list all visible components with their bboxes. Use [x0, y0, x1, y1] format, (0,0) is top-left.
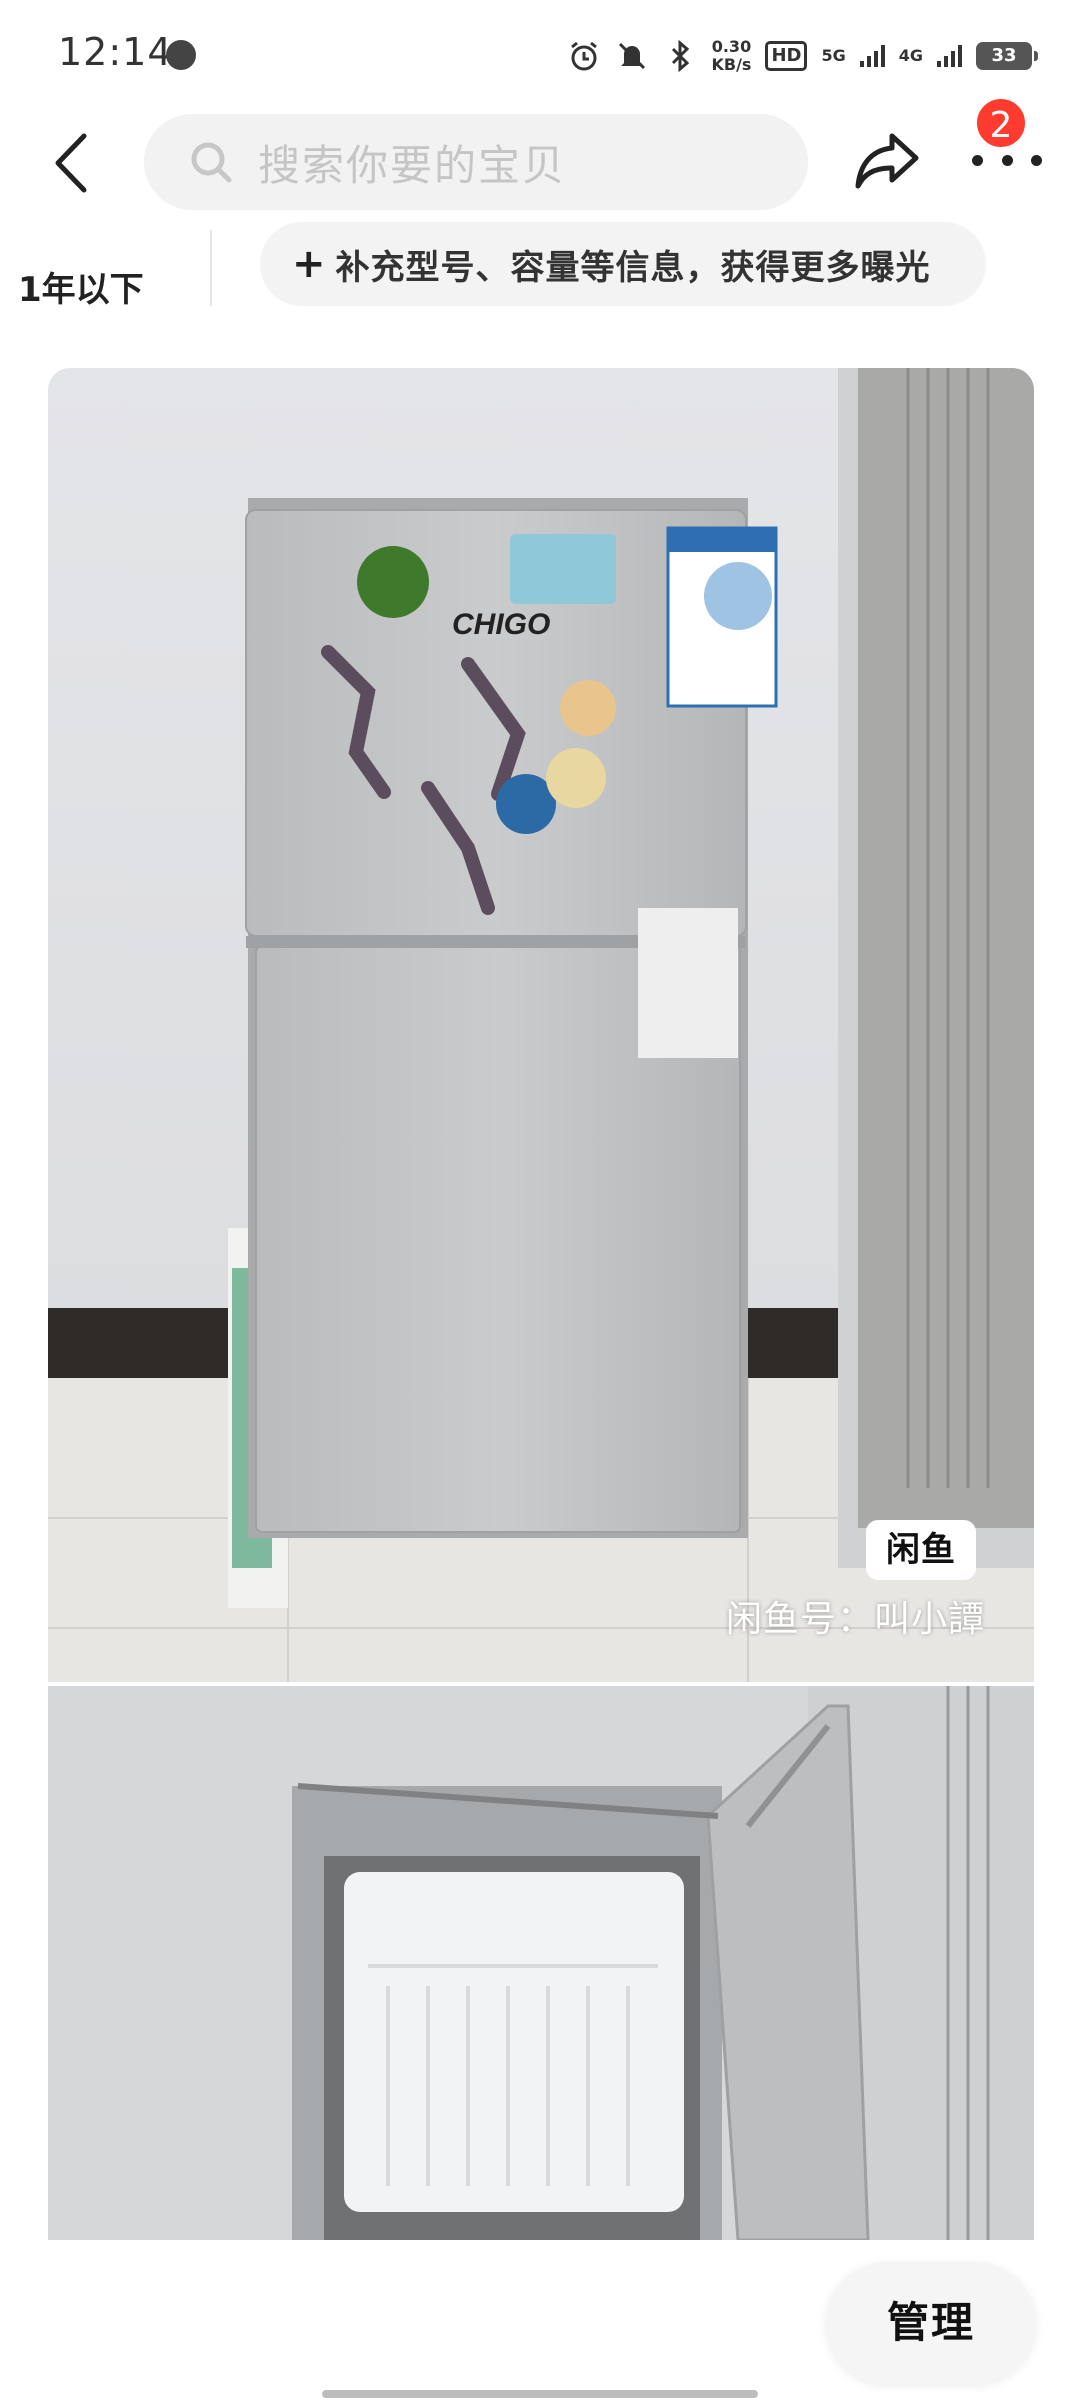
share-icon [855, 133, 919, 189]
product-photo-2[interactable] [48, 1686, 1034, 2240]
add-details-label: 补充型号、容量等信息，获得更多曝光 [335, 247, 931, 288]
net-4g-label: 4G [898, 46, 923, 65]
chevron-left-icon [55, 133, 87, 193]
freezer-image [48, 1686, 1034, 2240]
condition-age: 1年以下 [18, 270, 144, 310]
watermark-logo: 闲鱼 [866, 1520, 976, 1580]
watermark-text: 闲鱼号：叫小譚 [726, 1599, 986, 1640]
share-button[interactable] [850, 126, 924, 196]
fridge-image: CHIGO [48, 368, 1034, 1682]
globe-icon [166, 40, 196, 70]
bluetooth-icon [672, 39, 690, 73]
net-5g-label: 5G [821, 46, 846, 65]
add-details-button[interactable]: + 补充型号、容量等信息，获得更多曝光 [260, 222, 986, 306]
alarm-icon [571, 41, 598, 71]
search-placeholder: 搜索你要的宝贝 [258, 140, 567, 190]
status-bar: 12:14 0.30 KB/s HD 5G 4G 33 [0, 0, 1080, 110]
speed-unit: KB/s [711, 55, 752, 74]
mute-icon [619, 42, 646, 70]
hd-badge: HD [765, 41, 808, 71]
search-input[interactable]: 搜索你要的宝贝 [144, 114, 808, 210]
back-button[interactable] [44, 128, 104, 198]
product-photo[interactable]: CHIGO 闲鱼 闲鱼号：叫小譚 [48, 368, 1034, 1682]
plus-icon: + [292, 241, 326, 287]
signal-icon [937, 45, 962, 67]
signal-icon [859, 45, 885, 67]
status-icons: 0.30 KB/s HD 5G 4G 33 [567, 34, 1038, 78]
home-indicator[interactable] [322, 2390, 758, 2398]
dot-icon [972, 154, 983, 166]
speed-value: 0.30 [711, 37, 752, 56]
status-time: 12:14 [58, 30, 173, 74]
brand-label: CHIGO [452, 608, 550, 641]
dot-icon [1001, 154, 1013, 166]
dot-icon [1031, 154, 1042, 166]
notification-badge: 2 [974, 96, 1028, 150]
divider [210, 230, 212, 306]
manage-button[interactable]: 管理 [826, 2262, 1036, 2384]
network-speed: 0.30 KB/s [711, 38, 751, 74]
battery-indicator: 33 [976, 42, 1038, 70]
search-icon [191, 142, 232, 183]
